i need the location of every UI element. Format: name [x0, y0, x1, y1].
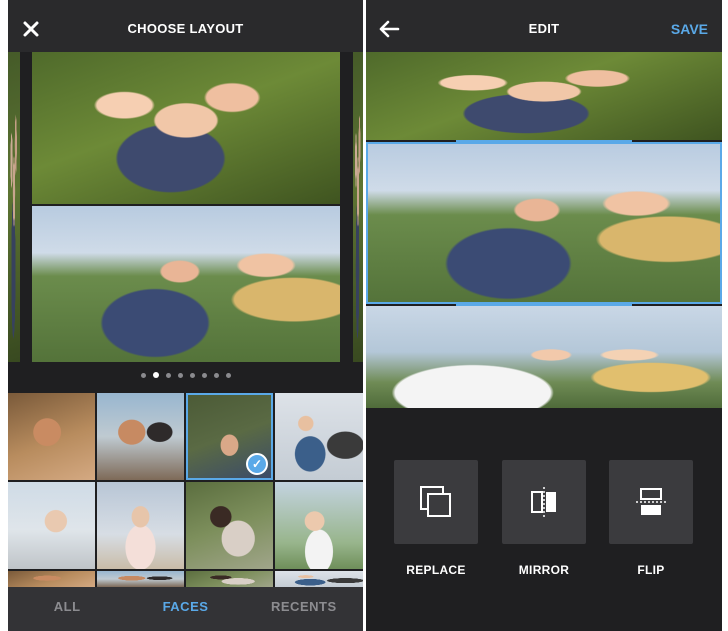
tab-faces[interactable]: FACES	[126, 587, 244, 631]
edit-screen: EDIT SAVE REPLACE MIRROR FLIP	[366, 0, 722, 631]
carousel-dot[interactable]	[152, 372, 159, 378]
carousel-page-indicator	[8, 370, 363, 382]
resize-handle-top[interactable]	[456, 140, 632, 143]
photo-thumbnail[interactable]	[97, 482, 184, 569]
carousel-dot[interactable]	[201, 373, 207, 378]
layout-preview[interactable]	[32, 52, 340, 362]
layout-photo-bottom[interactable]	[366, 306, 722, 408]
carousel-dot[interactable]	[177, 373, 183, 378]
carousel-dot[interactable]	[189, 373, 195, 378]
layout-editor	[366, 52, 722, 408]
carousel-dot[interactable]	[225, 373, 231, 378]
adjacent-layout-right[interactable]	[353, 52, 363, 362]
replace-label: REPLACE	[406, 563, 466, 577]
photo-thumbnail[interactable]	[275, 571, 363, 587]
replace-icon	[420, 486, 451, 517]
photo-thumbnail[interactable]	[8, 571, 95, 587]
adjacent-layout-left[interactable]	[8, 52, 20, 362]
flip-button[interactable]	[609, 460, 693, 544]
photo-thumbnail[interactable]	[8, 482, 95, 569]
photo-thumbnail[interactable]	[186, 482, 273, 569]
page-title: CHOOSE LAYOUT	[127, 21, 244, 36]
photo-thumbnail[interactable]	[275, 482, 363, 569]
tab-all[interactable]: ALL	[8, 587, 126, 631]
replace-button[interactable]	[394, 460, 478, 544]
mirror-icon	[531, 487, 556, 517]
save-button[interactable]: SAVE	[671, 0, 708, 52]
photo-thumbnail[interactable]	[275, 393, 363, 480]
carousel-dot[interactable]	[213, 373, 219, 378]
page-title: EDIT	[528, 21, 560, 36]
photo-thumbnail[interactable]	[8, 393, 95, 480]
mirror-label: MIRROR	[518, 563, 570, 577]
flip-label: FLIP	[637, 563, 665, 577]
mirror-button[interactable]	[502, 460, 586, 544]
layout-photo-top[interactable]	[32, 52, 340, 204]
layout-photo-bottom[interactable]	[32, 206, 340, 362]
photo-thumbnail[interactable]	[97, 571, 184, 587]
tab-recents[interactable]: RECENTS	[245, 587, 363, 631]
choose-layout-screen: CHOOSE LAYOUT ✓ ALL FACES RECENTS	[8, 0, 363, 631]
photo-thumbnail-selected[interactable]: ✓	[186, 393, 273, 480]
resize-handle-bottom[interactable]	[456, 303, 632, 306]
photo-grid: ✓	[8, 393, 363, 587]
carousel-dot[interactable]	[140, 373, 146, 378]
photo-thumbnail[interactable]	[97, 393, 184, 480]
layout-photo-middle-selected[interactable]	[366, 142, 722, 304]
photo-thumbnail[interactable]	[186, 571, 273, 587]
checkmark-icon: ✓	[246, 453, 268, 475]
flip-icon	[636, 488, 666, 515]
layout-photo-top[interactable]	[366, 52, 722, 140]
carousel-dot[interactable]	[165, 373, 171, 378]
